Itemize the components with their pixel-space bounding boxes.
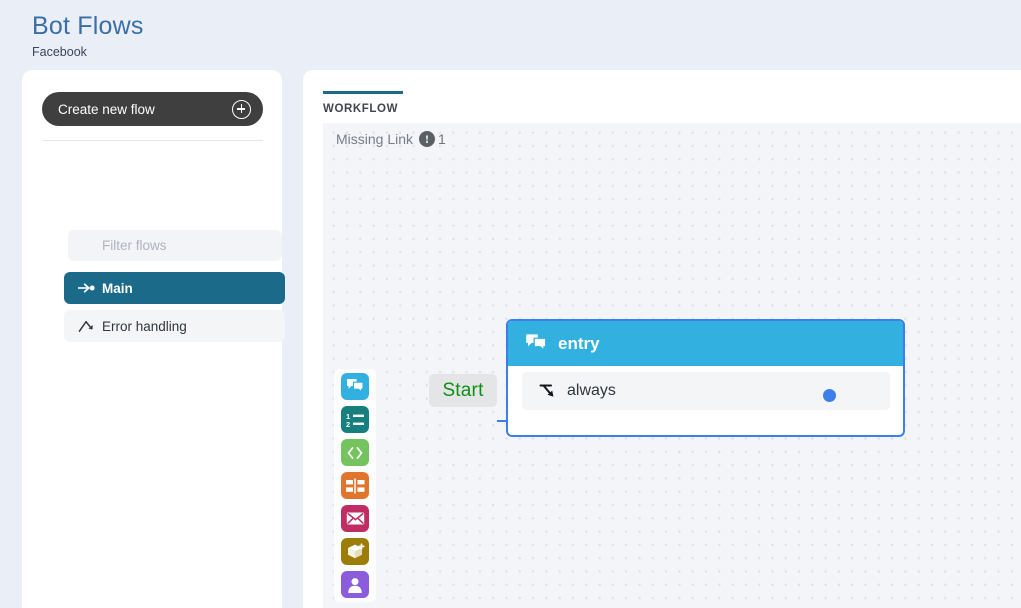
palette-user-node[interactable] [341, 571, 369, 598]
palette-code-node[interactable] [341, 439, 369, 466]
sidebar-divider [42, 140, 263, 141]
sidebar-item-main-label: Main [102, 280, 133, 296]
arrow-dot-icon [78, 283, 95, 293]
warning-exclamation-icon: ! [419, 131, 436, 147]
svg-text:2: 2 [346, 420, 350, 428]
tab-workflow-label: WORKFLOW [323, 103, 399, 115]
flows-sidebar-panel: Create new flow Main Error handling [22, 70, 285, 608]
missing-link-label: Missing Link [336, 131, 414, 147]
branch-arrow-icon [539, 384, 554, 397]
missing-link-count: 1 [438, 131, 446, 147]
speech-bubbles-icon [347, 379, 364, 394]
package-plus-icon [347, 543, 365, 559]
node-header[interactable]: entry [508, 321, 903, 366]
sidebar-item-error-handling[interactable]: Error handling [64, 310, 285, 342]
plus-circle-icon [232, 99, 251, 119]
node-branch-always-label: always [567, 382, 616, 399]
page-title: Bot Flows [32, 12, 144, 40]
palette-layout-node[interactable] [341, 472, 369, 499]
node-palette: 1 2 [334, 369, 376, 602]
speech-bubbles-icon [526, 334, 547, 352]
workflow-node-entry[interactable]: entry always [506, 319, 905, 437]
person-icon [348, 577, 362, 593]
tab-workflow[interactable]: WORKFLOW [323, 91, 403, 117]
start-badge[interactable]: Start [429, 374, 497, 407]
code-brackets-icon [347, 446, 363, 459]
page-header: Bot Flows Facebook [32, 10, 144, 60]
node-title: entry [558, 333, 600, 353]
palette-message-node[interactable] [341, 373, 369, 400]
create-new-flow-button[interactable]: Create new flow [42, 92, 263, 126]
node-body: always [508, 366, 903, 410]
palette-email-node[interactable] [341, 505, 369, 532]
node-input-port[interactable] [823, 389, 836, 402]
palette-integration-node[interactable] [341, 538, 369, 565]
filter-flows-input[interactable] [68, 230, 282, 261]
create-new-flow-label: Create new flow [58, 101, 155, 117]
palette-options-node[interactable]: 1 2 [341, 406, 369, 433]
envelope-icon [346, 512, 364, 525]
page-subtitle: Facebook [32, 45, 87, 59]
layout-blocks-icon [345, 478, 364, 493]
branch-error-icon [78, 320, 93, 332]
sidebar-item-error-handling-label: Error handling [102, 318, 187, 334]
workflow-panel: WORKFLOW Missing Link ! 1 1 2 Start entr… [303, 70, 1021, 608]
missing-link-status: Missing Link ! 1 [336, 131, 446, 147]
sidebar-item-main[interactable]: Main [64, 272, 285, 304]
numbered-list-icon: 1 2 [346, 412, 364, 428]
workflow-canvas[interactable]: Missing Link ! 1 1 2 Start entry always [323, 123, 1021, 608]
